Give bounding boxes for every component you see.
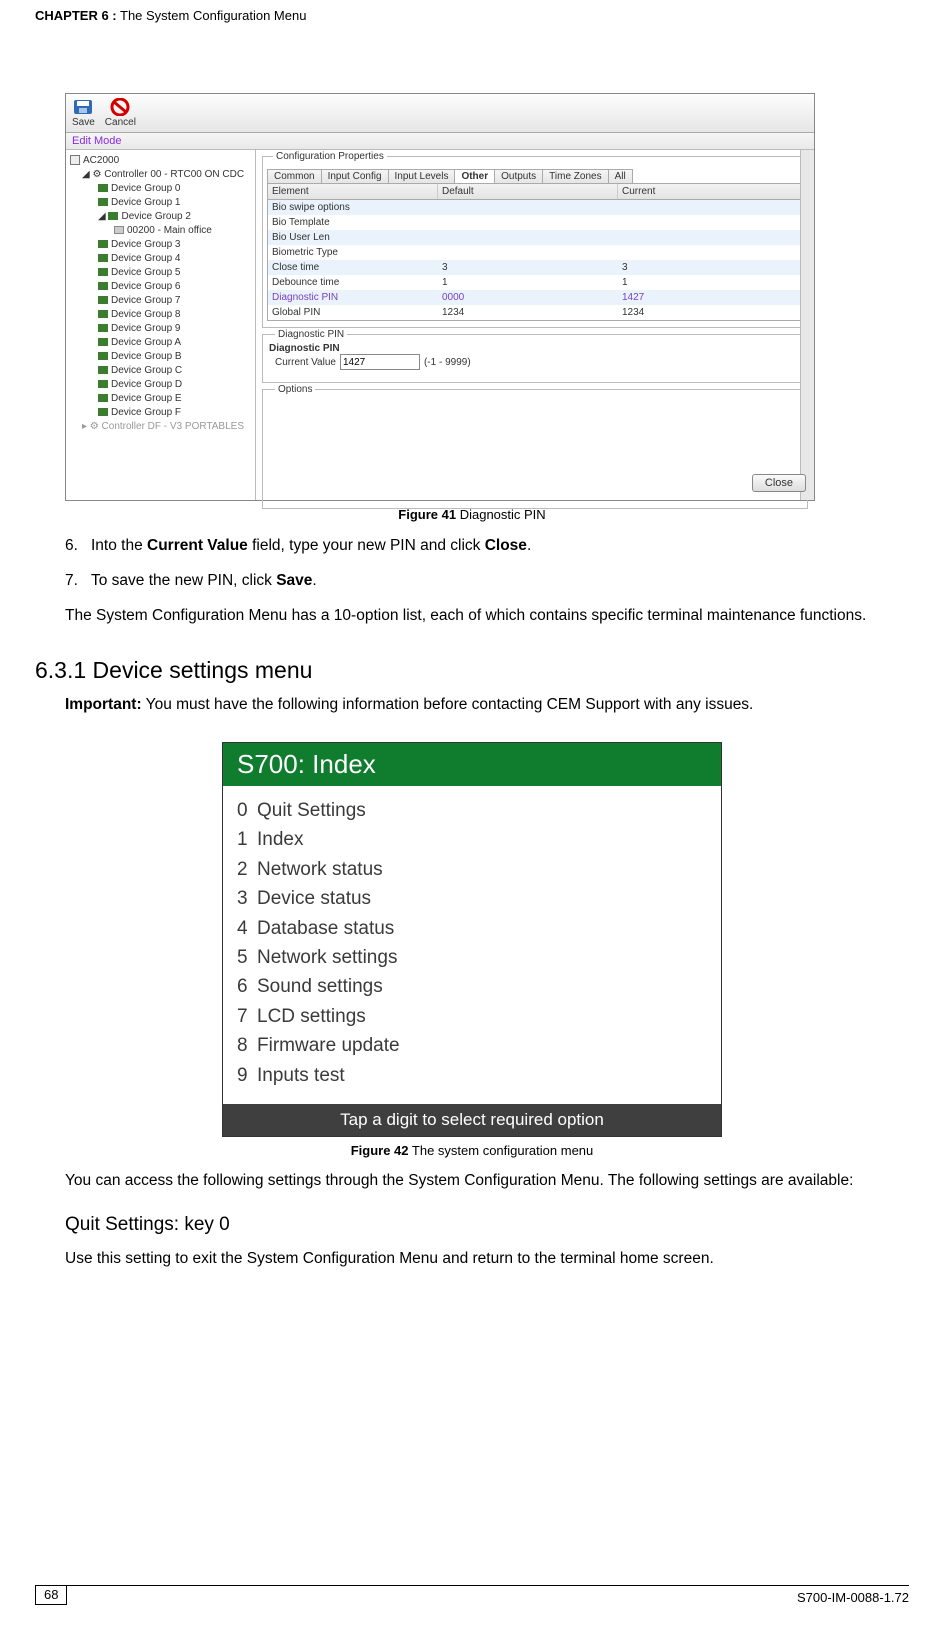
tree-group[interactable]: Device Group 6 (68, 280, 253, 294)
floppy-icon (72, 98, 94, 116)
tree-group[interactable]: Device Group 7 (68, 294, 253, 308)
tree-group[interactable]: Device Group 5 (68, 266, 253, 280)
tree-root[interactable]: AC2000 (68, 154, 253, 168)
menu-item-lcd-settings[interactable]: 7LCD settings (237, 1002, 707, 1031)
menu-item-inputs-test[interactable]: 9Inputs test (237, 1061, 707, 1090)
tree-group[interactable]: Device Group E (68, 392, 253, 406)
table-row[interactable]: Bio User Len (267, 230, 803, 245)
figure-41-caption: Figure 41 Diagnostic PIN (35, 507, 909, 522)
tree-controller[interactable]: ◢ ⚙ Controller 00 - RTC00 ON CDC (68, 168, 253, 182)
menu-item-index[interactable]: 1Index (237, 825, 707, 854)
tab-common[interactable]: Common (267, 169, 322, 183)
s700-title: S700: Index (223, 743, 721, 786)
tab-other[interactable]: Other (454, 169, 495, 183)
table-header: Element Default Current (267, 183, 803, 200)
s700-footer-hint: Tap a digit to select required option (223, 1104, 721, 1136)
page-footer: 68 S700-IM-0088-1.72 (35, 1585, 909, 1605)
para-quit: Use this setting to exit the System Conf… (65, 1248, 909, 1270)
important-note: Important: You must have the following i… (65, 696, 909, 714)
col-default[interactable]: Default (438, 184, 618, 199)
config-right-panel: Configuration Properties Common Input Co… (256, 150, 814, 500)
tab-time-zones[interactable]: Time Zones (542, 169, 608, 183)
page-number: 68 (35, 1585, 67, 1605)
menu-item-database-status[interactable]: 4Database status (237, 914, 707, 943)
save-label: Save (72, 117, 95, 128)
table-row[interactable]: Bio Template (267, 215, 803, 230)
tree-group[interactable]: Device Group D (68, 378, 253, 392)
cancel-button[interactable]: Cancel (105, 98, 136, 128)
heading-device-settings: 6.3.1 Device settings menu (35, 657, 909, 684)
tree-group[interactable]: Device Group 4 (68, 252, 253, 266)
current-value-label: Current Value (275, 357, 336, 368)
chapter-title: The System Configuration Menu (117, 8, 307, 23)
s700-index-screen: S700: Index 0Quit Settings 1Index 2Netwo… (222, 742, 722, 1137)
tree-group[interactable]: ◢ Device Group 2 (68, 210, 253, 224)
device-tree[interactable]: AC2000 ◢ ⚙ Controller 00 - RTC00 ON CDC … (66, 150, 256, 500)
scrollbar[interactable] (800, 150, 814, 500)
table-row[interactable]: Global PIN12341234 (267, 305, 803, 321)
tree-group[interactable]: Device Group 9 (68, 322, 253, 336)
menu-item-firmware-update[interactable]: 8Firmware update (237, 1031, 707, 1060)
tree-controller-df[interactable]: ▸ ⚙ Controller DF - V3 PORTABLES (68, 420, 253, 434)
save-button[interactable]: Save (72, 98, 95, 128)
menu-item-quit[interactable]: 0Quit Settings (237, 796, 707, 825)
options-title: Options (275, 384, 315, 395)
current-value-row: Current Value (-1 - 9999) (269, 354, 801, 376)
table-row[interactable]: Biometric Type (267, 245, 803, 260)
tree-group[interactable]: Device Group 1 (68, 196, 253, 210)
menu-item-device-status[interactable]: 3Device status (237, 884, 707, 913)
panel-title: Configuration Properties (273, 151, 387, 162)
diag-group-title: Diagnostic PIN (275, 329, 347, 340)
edit-mode-indicator: Edit Mode (66, 133, 814, 150)
tree-group[interactable]: Device Group F (68, 406, 253, 420)
col-current[interactable]: Current (618, 184, 802, 199)
step-6: 6.Into the Current Value field, type you… (65, 536, 909, 557)
window-toolbar: Save Cancel (66, 94, 814, 133)
table-row[interactable]: Bio swipe options (267, 200, 803, 215)
table-row[interactable]: Debounce time11 (267, 275, 803, 290)
para-sysconfig: The System Configuration Menu has a 10-o… (65, 606, 909, 627)
figure-42-caption: Figure 42 The system configuration menu (35, 1143, 909, 1158)
diag-group-sub: Diagnostic PIN (269, 343, 801, 354)
para-access: You can access the following settings th… (65, 1170, 909, 1192)
tab-input-levels[interactable]: Input Levels (388, 169, 456, 183)
tab-all[interactable]: All (608, 169, 633, 183)
tree-group[interactable]: Device Group C (68, 364, 253, 378)
tab-input-config[interactable]: Input Config (321, 169, 389, 183)
tab-outputs[interactable]: Outputs (494, 169, 543, 183)
current-value-input[interactable] (340, 354, 420, 370)
table-row-selected[interactable]: Diagnostic PIN00001427 (267, 290, 803, 305)
s700-menu-list: 0Quit Settings 1Index 2Network status 3D… (223, 786, 721, 1104)
col-element[interactable]: Element (268, 184, 438, 199)
menu-item-sound-settings[interactable]: 6Sound settings (237, 972, 707, 1001)
config-properties-window: Save Cancel Edit Mode AC2000 ◢ ⚙ Control… (65, 93, 815, 501)
tree-group[interactable]: Device Group B (68, 350, 253, 364)
tree-group[interactable]: Device Group A (68, 336, 253, 350)
table-row[interactable]: Close time33 (267, 260, 803, 275)
tree-group[interactable]: Device Group 3 (68, 238, 253, 252)
tabs: Common Input Config Input Levels Other O… (267, 169, 803, 183)
close-button[interactable]: Close (752, 474, 806, 492)
menu-item-network-settings[interactable]: 5Network settings (237, 943, 707, 972)
doc-id: S700-IM-0088-1.72 (797, 1590, 909, 1605)
tree-leaf-main-office[interactable]: 00200 - Main office (68, 224, 253, 238)
current-value-range: (-1 - 9999) (424, 357, 471, 368)
chapter-header: CHAPTER 6 : The System Configuration Men… (35, 0, 909, 23)
step-7: 7.To save the new PIN, click Save. (65, 571, 909, 592)
menu-item-network-status[interactable]: 2Network status (237, 855, 707, 884)
cancel-label: Cancel (105, 117, 136, 128)
heading-quit-settings: Quit Settings: key 0 (65, 1214, 909, 1236)
tree-group[interactable]: Device Group 0 (68, 182, 253, 196)
cancel-icon (109, 98, 131, 116)
tree-group[interactable]: Device Group 8 (68, 308, 253, 322)
chapter-label: CHAPTER 6 : (35, 8, 117, 23)
